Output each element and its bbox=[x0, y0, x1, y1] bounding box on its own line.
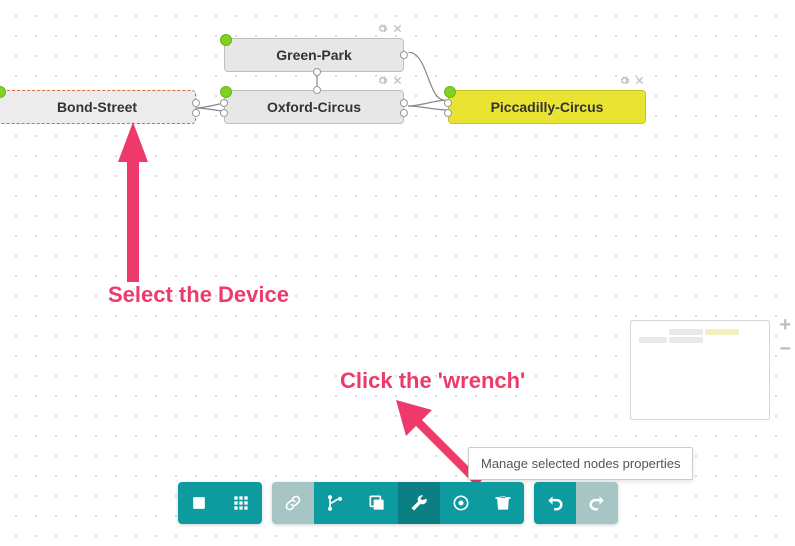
grid-button[interactable] bbox=[220, 482, 262, 524]
wrench-button[interactable] bbox=[398, 482, 440, 524]
port-out[interactable] bbox=[400, 99, 408, 107]
node-label: Oxford-Circus bbox=[267, 99, 361, 115]
trash-icon bbox=[493, 493, 513, 513]
gear-icon[interactable] bbox=[377, 23, 388, 34]
port-in[interactable] bbox=[313, 86, 321, 94]
toolbar-group-history bbox=[534, 482, 618, 524]
minimap[interactable] bbox=[630, 320, 770, 420]
port-out[interactable] bbox=[192, 99, 200, 107]
status-dot bbox=[220, 34, 232, 46]
zoom-out-button[interactable]: − bbox=[779, 340, 791, 358]
node-green-park[interactable]: Green-Park bbox=[224, 38, 404, 72]
node-actions bbox=[377, 23, 403, 34]
port-in[interactable] bbox=[220, 99, 228, 107]
wrench-icon bbox=[409, 493, 429, 513]
annotation-arrow-select bbox=[108, 122, 158, 282]
zoom-controls: + − bbox=[779, 316, 791, 358]
status-dot bbox=[220, 86, 232, 98]
node-label: Green-Park bbox=[276, 47, 351, 63]
port-in[interactable] bbox=[444, 99, 452, 107]
node-actions bbox=[377, 75, 403, 86]
undo-icon bbox=[545, 493, 565, 513]
node-piccadilly-circus[interactable]: Piccadilly-Circus bbox=[448, 90, 646, 124]
close-icon[interactable] bbox=[634, 75, 645, 86]
port-out[interactable] bbox=[313, 68, 321, 76]
copy-button[interactable] bbox=[356, 482, 398, 524]
link-icon bbox=[283, 493, 303, 513]
redo-icon bbox=[587, 493, 607, 513]
toolbar-group-layout bbox=[178, 482, 262, 524]
branch-icon bbox=[325, 493, 345, 513]
node-label: Piccadilly-Circus bbox=[491, 99, 604, 115]
port-out[interactable] bbox=[400, 51, 408, 59]
stop-icon bbox=[189, 493, 209, 513]
stop-button[interactable] bbox=[178, 482, 220, 524]
copy-icon bbox=[367, 493, 387, 513]
status-dot bbox=[0, 86, 6, 98]
target-icon bbox=[451, 493, 471, 513]
link-button[interactable] bbox=[272, 482, 314, 524]
port-in[interactable] bbox=[220, 109, 228, 117]
port-out[interactable] bbox=[192, 109, 200, 117]
status-dot bbox=[444, 86, 456, 98]
redo-button[interactable] bbox=[576, 482, 618, 524]
trash-button[interactable] bbox=[482, 482, 524, 524]
port-out[interactable] bbox=[400, 109, 408, 117]
close-icon[interactable] bbox=[392, 23, 403, 34]
port-in[interactable] bbox=[444, 109, 452, 117]
canvas[interactable]: Green-Park Bond-Street Oxford-Circus Pic… bbox=[0, 0, 795, 546]
annotation-click-wrench: Click the 'wrench' bbox=[340, 368, 525, 394]
undo-button[interactable] bbox=[534, 482, 576, 524]
target-button[interactable] bbox=[440, 482, 482, 524]
gear-icon[interactable] bbox=[619, 75, 630, 86]
grid-icon bbox=[231, 493, 251, 513]
node-bond-street[interactable]: Bond-Street bbox=[0, 90, 196, 124]
gear-icon[interactable] bbox=[377, 75, 388, 86]
node-actions bbox=[619, 75, 645, 86]
close-icon[interactable] bbox=[392, 75, 403, 86]
branch-button[interactable] bbox=[314, 482, 356, 524]
toolbar bbox=[178, 482, 618, 524]
zoom-in-button[interactable]: + bbox=[779, 316, 791, 334]
tooltip-wrench: Manage selected nodes properties bbox=[468, 447, 693, 480]
annotation-select-device: Select the Device bbox=[108, 282, 289, 308]
node-label: Bond-Street bbox=[57, 99, 137, 115]
node-oxford-circus[interactable]: Oxford-Circus bbox=[224, 90, 404, 124]
toolbar-group-edit bbox=[272, 482, 524, 524]
